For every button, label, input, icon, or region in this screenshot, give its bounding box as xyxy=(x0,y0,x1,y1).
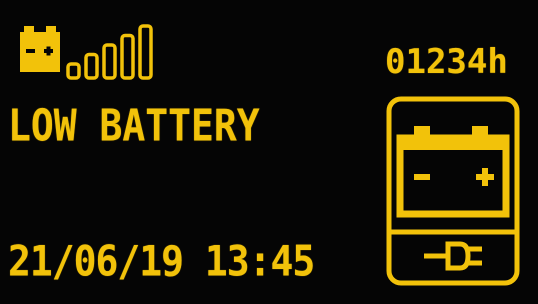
level-bar xyxy=(102,43,117,80)
panel-battery-minus xyxy=(414,174,430,180)
charge-panel xyxy=(386,96,520,286)
plug-icon xyxy=(424,241,482,271)
level-bar xyxy=(120,33,135,80)
battery-level-indicator xyxy=(18,22,158,82)
panel-frame xyxy=(386,96,520,286)
battery-icon xyxy=(20,24,153,80)
level-bars xyxy=(66,24,153,80)
battery-minus-sign xyxy=(26,49,35,53)
battery-terminal-left xyxy=(24,26,34,34)
date-time: 21/06/19 13:45 xyxy=(8,237,315,286)
level-bar xyxy=(138,24,153,80)
level-bar xyxy=(84,52,99,80)
hour-counter: 01234h xyxy=(385,42,508,82)
oled-display: 01234h LOW BATTERY 21/06/19 13:45 xyxy=(0,0,538,304)
battery-plus-sign-v xyxy=(46,46,51,56)
battery-terminal-right xyxy=(46,26,56,34)
panel-battery-icon xyxy=(396,126,510,218)
status-message: LOW BATTERY xyxy=(8,100,260,151)
panel-battery-plus-v xyxy=(482,168,488,186)
level-bar xyxy=(66,62,81,80)
